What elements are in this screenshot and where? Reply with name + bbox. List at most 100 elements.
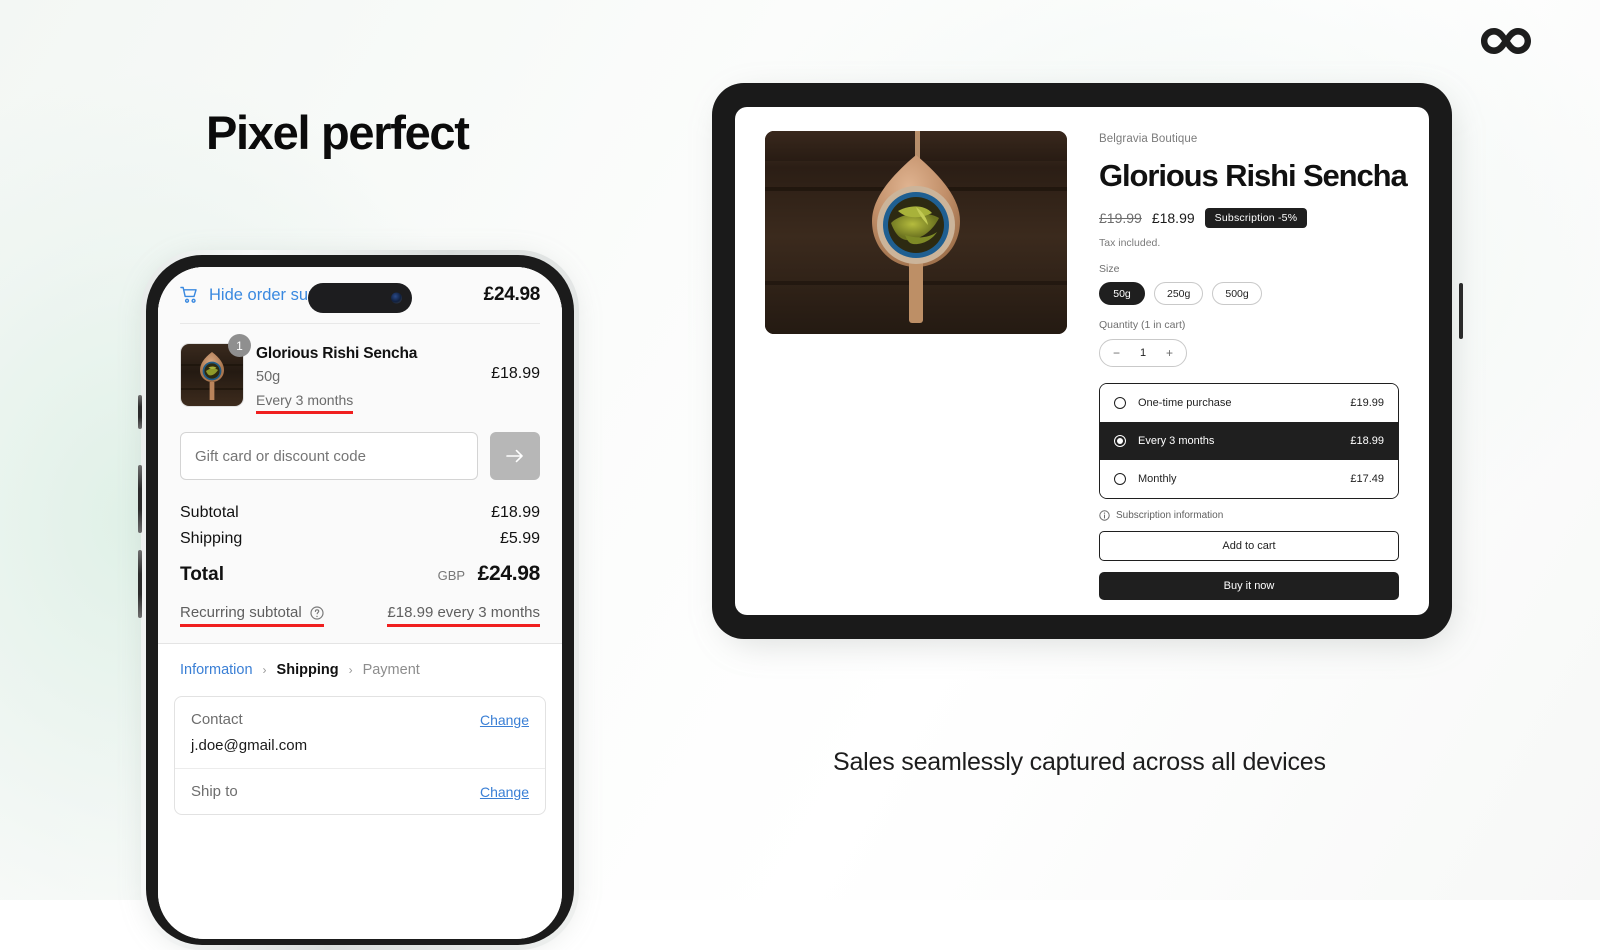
breadcrumb-shipping[interactable]: Shipping <box>277 662 339 678</box>
quantity-increase-button[interactable]: + <box>1166 346 1173 360</box>
size-option-50g[interactable]: 50g <box>1099 282 1145 305</box>
breadcrumb-separator-1: › <box>262 663 267 677</box>
recurring-subtotal-label-wrap: Recurring subtotal <box>180 604 324 627</box>
product-info: Belgravia Boutique Glorious Rishi Sencha… <box>1099 131 1408 600</box>
checkout-page: Hide order summary £24.98 1 Glorious Ris… <box>158 267 562 939</box>
size-option-500g[interactable]: 500g <box>1212 282 1262 305</box>
question-circle-icon[interactable] <box>310 605 324 620</box>
plan-option-monthly[interactable]: Monthly £17.49 <box>1100 460 1398 498</box>
radio-icon <box>1114 397 1126 409</box>
front-camera-icon <box>391 292 402 304</box>
phone-screen: Hide order summary £24.98 1 Glorious Ris… <box>158 267 562 939</box>
recurring-subtotal-value: £18.99 every 3 months <box>387 604 540 627</box>
contact-value: j.doe@gmail.com <box>191 737 308 754</box>
info-row-ship-to: Ship to Change <box>175 768 545 814</box>
total-label: Total <box>180 564 224 585</box>
product-image-graphic <box>765 131 1067 334</box>
quantity-stepper[interactable]: − 1 + <box>1099 339 1187 367</box>
dynamic-island <box>308 283 412 313</box>
totals-row-total: Total GBP £24.98 <box>180 552 540 590</box>
tablet-screen: Belgravia Boutique Glorious Rishi Sencha… <box>735 107 1429 615</box>
quantity-label: Quantity (1 in cart) <box>1099 319 1186 331</box>
subscription-information-link[interactable]: Subscription information <box>1099 510 1399 521</box>
size-option-label: Size <box>1099 263 1120 275</box>
info-row-contact-head: Contact Change <box>191 711 529 728</box>
tax-note: Tax included. <box>1099 237 1161 249</box>
tablet-power-button[interactable] <box>1459 283 1463 339</box>
quantity-value: 1 <box>1139 347 1147 359</box>
buy-it-now-button[interactable]: Buy it now <box>1099 572 1399 600</box>
phone-volume-down-button[interactable] <box>138 550 142 618</box>
product-title: Glorious Rishi Sencha <box>1099 158 1408 193</box>
plan-name-every-3-months: Every 3 months <box>1138 435 1215 447</box>
subscription-information-label: Subscription information <box>1116 510 1224 521</box>
subscription-discount-badge: Subscription -5% <box>1204 208 1308 228</box>
page-title: Pixel perfect <box>206 106 470 159</box>
info-circle-icon <box>1099 510 1110 521</box>
infinity-logo <box>1481 28 1531 54</box>
subtotal-label: Subtotal <box>180 504 239 521</box>
plan-option-one-time[interactable]: One-time purchase £19.99 <box>1100 384 1398 422</box>
product-media <box>765 131 1067 591</box>
current-price: £18.99 <box>1151 210 1195 226</box>
line-item-quantity-badge: 1 <box>228 334 251 357</box>
phone-silent-switch[interactable] <box>138 395 142 429</box>
total-value: £24.98 <box>477 562 541 585</box>
product-price-row: £19.99 £18.99 Subscription -5% <box>1099 208 1399 228</box>
order-line-item: 1 Glorious Rishi Sencha 50g Every 3 mont… <box>180 324 540 430</box>
arrow-right-icon <box>506 449 523 463</box>
recurring-subtotal-row: Recurring subtotal £18.99 every 3 months <box>180 590 540 643</box>
line-item-selling-plan: Every 3 months <box>256 392 354 414</box>
discount-input[interactable] <box>180 432 478 480</box>
plan-name-one-time: One-time purchase <box>1138 397 1232 409</box>
subtotal-value: £18.99 <box>491 504 540 521</box>
line-item-price: £18.99 <box>491 365 540 382</box>
total-currency: GBP <box>437 568 466 583</box>
info-row-ship-to-head: Ship to Change <box>191 783 529 800</box>
size-options: 50g 250g 500g <box>1099 282 1399 305</box>
radio-icon <box>1114 473 1126 485</box>
tablet-mockup: Belgravia Boutique Glorious Rishi Sencha… <box>712 83 1463 648</box>
phone-mockup: Hide order summary £24.98 1 Glorious Ris… <box>138 250 579 950</box>
discount-row <box>180 430 540 500</box>
breadcrumb: Information › Shipping › Payment <box>158 644 562 692</box>
info-row-contact: Contact Change j.doe@gmail.com <box>175 697 545 768</box>
ship-to-change-link[interactable]: Change <box>480 784 529 800</box>
order-summary-pane: Hide order summary £24.98 1 Glorious Ris… <box>158 267 562 644</box>
plan-price-one-time: £19.99 <box>1350 397 1384 409</box>
contact-label: Contact <box>191 711 243 728</box>
totals-row-shipping: Shipping £5.99 <box>180 526 540 552</box>
line-item-details: Glorious Rishi Sencha 50g Every 3 months <box>256 343 477 414</box>
apply-discount-button[interactable] <box>490 432 540 480</box>
line-item-title: Glorious Rishi Sencha <box>256 345 418 362</box>
totals-row-subtotal: Subtotal £18.99 <box>180 500 540 526</box>
recurring-subtotal-label: Recurring subtotal <box>180 604 302 621</box>
cart-icon <box>180 286 197 303</box>
product-image[interactable] <box>765 131 1067 334</box>
compare-at-price: £19.99 <box>1099 210 1142 226</box>
ship-to-label: Ship to <box>191 783 238 800</box>
contact-change-link[interactable]: Change <box>480 712 529 728</box>
plan-price-every-3-months: £18.99 <box>1350 435 1384 447</box>
size-option-250g[interactable]: 250g <box>1154 282 1204 305</box>
phone-volume-up-button[interactable] <box>138 465 142 533</box>
total-right: GBP £24.98 <box>437 562 541 586</box>
plan-price-monthly: £17.49 <box>1350 473 1384 485</box>
page-background: Pixel perfect Sales seamlessly captured … <box>0 0 1600 950</box>
line-item-thumbnail-wrap: 1 <box>180 334 251 407</box>
product-detail-page: Belgravia Boutique Glorious Rishi Sencha… <box>735 107 1429 615</box>
add-to-cart-button[interactable]: Add to cart <box>1099 531 1399 561</box>
shipping-label: Shipping <box>180 530 243 547</box>
shipping-value: £5.99 <box>499 530 540 547</box>
breadcrumb-payment: Payment <box>362 662 420 678</box>
radio-selected-icon <box>1114 435 1126 447</box>
plan-name-monthly: Monthly <box>1138 473 1177 485</box>
plan-option-every-3-months[interactable]: Every 3 months £18.99 <box>1100 422 1398 460</box>
breadcrumb-information[interactable]: Information <box>180 662 253 678</box>
selling-plan-options: One-time purchase £19.99 Every 3 months … <box>1099 383 1399 499</box>
checkout-info-card: Contact Change j.doe@gmail.com Ship to C… <box>174 696 546 815</box>
order-summary-total: £24.98 <box>483 284 541 305</box>
product-vendor: Belgravia Boutique <box>1099 133 1198 145</box>
quantity-decrease-button[interactable]: − <box>1113 346 1120 360</box>
page-caption: Sales seamlessly captured across all dev… <box>833 748 1326 776</box>
